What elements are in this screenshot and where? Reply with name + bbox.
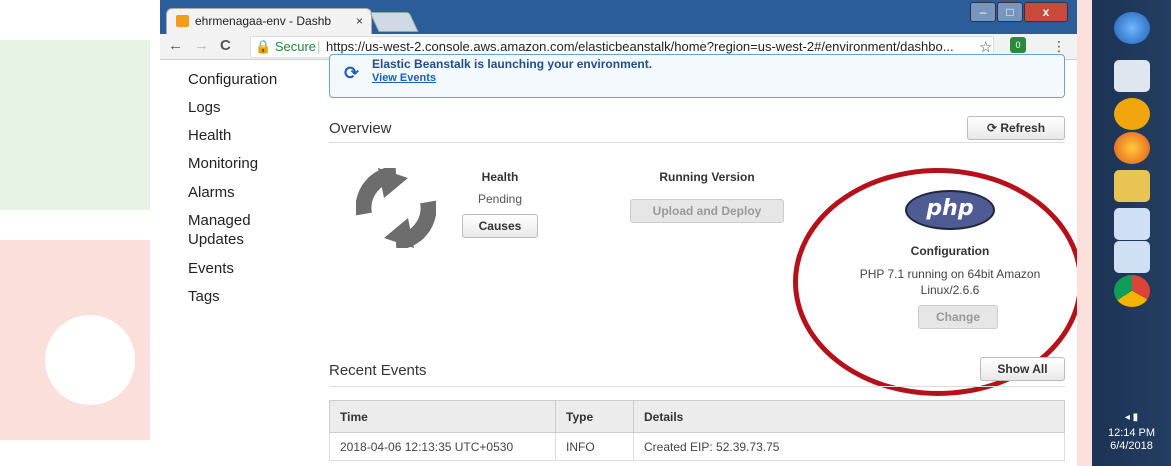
sidebar-item-alarms[interactable]: Alarms	[188, 183, 235, 202]
maximize-button[interactable]: □	[997, 2, 1023, 22]
sidebar-item-managed-updates-line2[interactable]: Updates	[188, 230, 244, 249]
tray-icons[interactable]: ◂ ▮	[1092, 412, 1171, 423]
word-document-icon[interactable]	[1114, 208, 1150, 240]
chrome-icon[interactable]	[1114, 275, 1150, 307]
secure-indicator: 🔒 Secure	[255, 39, 317, 54]
upload-and-deploy-button[interactable]: Upload and Deploy	[630, 199, 784, 223]
watermark-gear-graphic	[0, 40, 150, 440]
event-time: 2018-04-06 12:13:35 UTC+0530	[329, 432, 556, 461]
back-arrow-icon[interactable]: ←	[168, 37, 183, 54]
folder-icon[interactable]	[1114, 170, 1150, 202]
recent-events-heading: Recent Events	[329, 362, 427, 379]
refresh-button[interactable]: ⟳ Refresh	[967, 116, 1065, 140]
minimize-button[interactable]: –	[970, 2, 996, 22]
health-heading: Health	[481, 170, 519, 184]
browser-menu-icon[interactable]: ⋮	[1052, 38, 1066, 55]
causes-button[interactable]: Causes	[462, 214, 538, 238]
extension-icon[interactable]: 0	[1010, 37, 1026, 53]
window-close-button[interactable]: x	[1024, 2, 1068, 22]
tab-title: ehrmenagaa-env - Dashb	[195, 14, 332, 28]
column-header-time[interactable]: Time	[329, 400, 556, 433]
windows-taskbar: ◂ ▮ 12:14 PM 6/4/2018	[1092, 0, 1171, 466]
sidebar-item-monitoring[interactable]: Monitoring	[188, 154, 258, 173]
launch-notification-banner: ⟳ Elastic Beanstalk is launching your en…	[329, 54, 1065, 98]
column-header-type[interactable]: Type	[555, 400, 634, 433]
app-icon[interactable]	[1114, 98, 1150, 130]
new-tab-button[interactable]	[369, 12, 419, 32]
firefox-icon[interactable]	[1114, 132, 1150, 164]
column-header-details[interactable]: Details	[633, 400, 1065, 433]
aws-favicon-icon	[176, 15, 189, 27]
elastic-beanstalk-dashboard: Configuration Logs Health Monitoring Ala…	[160, 54, 1077, 466]
word-document-icon[interactable]	[1114, 241, 1150, 273]
sidebar-item-managed-updates[interactable]: Managed	[188, 211, 251, 230]
network-icon[interactable]	[1114, 60, 1150, 92]
sidebar-item-logs[interactable]: Logs	[188, 98, 221, 117]
table-row: 2018-04-06 12:13:35 UTC+0530 INFO Create…	[329, 432, 1065, 461]
browser-window: ehrmenagaa-env - Dashb × – □ x ← → C 🔒 S…	[160, 0, 1077, 466]
table-header-row: Time Type Details	[329, 400, 1065, 433]
tab-strip: ehrmenagaa-env - Dashb × – □ x	[160, 0, 1077, 34]
events-table: Time Type Details 2018-04-06 12:13:35 UT…	[329, 400, 1065, 461]
overview-heading: Overview	[329, 120, 392, 137]
sidebar-item-events[interactable]: Events	[188, 259, 234, 278]
sidebar-item-configuration[interactable]: Configuration	[188, 70, 277, 89]
browser-tab[interactable]: ehrmenagaa-env - Dashb ×	[166, 8, 372, 34]
running-version-heading: Running Version	[659, 170, 755, 184]
refresh-icon: ⟳	[344, 63, 360, 83]
taskbar-time: 12:14 PM	[1107, 427, 1156, 439]
event-details: Created EIP: 52.39.73.75	[633, 432, 1065, 461]
show-all-button[interactable]: Show All	[980, 357, 1065, 381]
sidebar-item-tags[interactable]: Tags	[188, 287, 220, 306]
banner-title: Elastic Beanstalk is launching your envi…	[372, 57, 653, 71]
event-type: INFO	[555, 432, 634, 461]
tab-close-icon[interactable]: ×	[356, 9, 363, 33]
view-events-link[interactable]: View Events	[372, 72, 436, 84]
sidebar-item-health[interactable]: Health	[188, 126, 231, 145]
start-button-icon[interactable]	[1114, 12, 1150, 44]
health-status: Pending	[477, 192, 523, 206]
forward-arrow-icon[interactable]: →	[194, 37, 209, 54]
taskbar-date: 6/4/2018	[1110, 440, 1153, 452]
reload-icon[interactable]: C	[220, 37, 231, 54]
sync-status-icon	[356, 168, 436, 248]
